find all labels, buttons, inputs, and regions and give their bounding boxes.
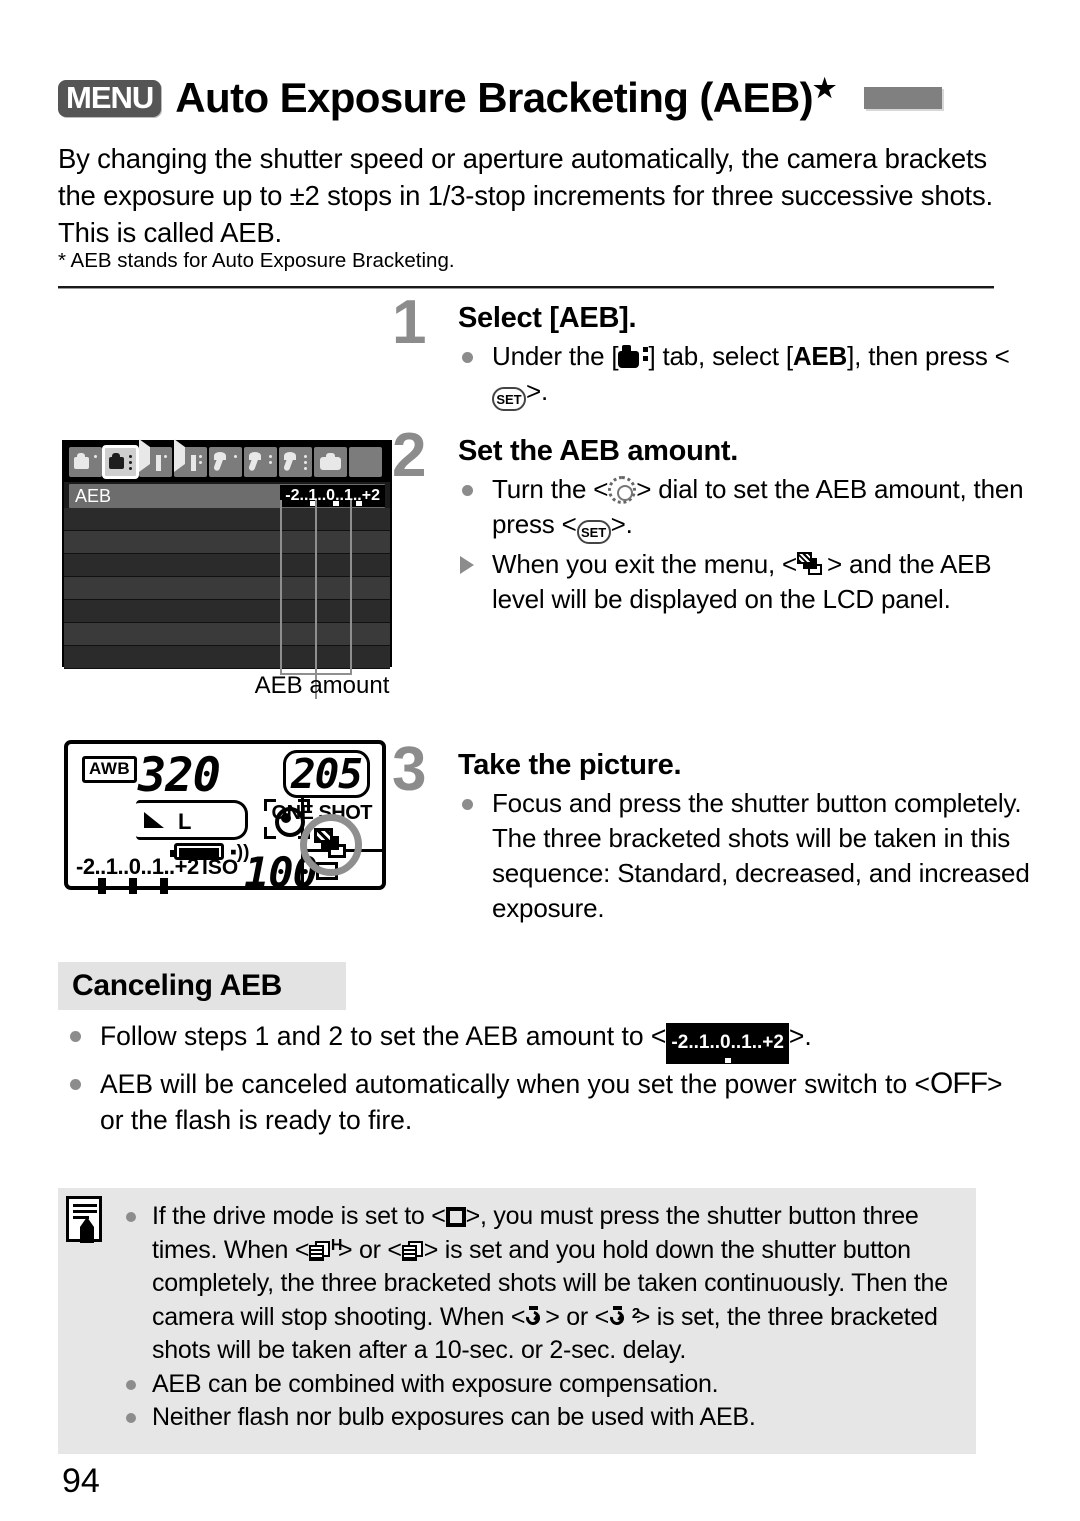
triangle-bullet-icon: [460, 556, 474, 574]
menu-row-empty: [64, 577, 390, 600]
exposure-level-markers: [76, 878, 206, 894]
steps-column: 1 Select [AEB]. Under the [] tab, select…: [392, 292, 1032, 932]
tab-setup-1[interactable]: [209, 447, 242, 477]
step-3-title: Take the picture.: [458, 749, 682, 781]
menu-row-empty: [64, 508, 390, 531]
step-1-title: Select [AEB].: [458, 302, 637, 334]
menu-row-empty: [64, 600, 390, 623]
tab-setup-2[interactable]: [244, 447, 277, 477]
step-2-number: 2: [392, 421, 427, 490]
intro-paragraph: By changing the shutter speed or apertur…: [58, 143, 993, 248]
self-timer-2sec-icon: 2: [607, 1305, 640, 1329]
aeb-amount-caption: AEB amount: [254, 672, 390, 699]
exposure-level-scale: -2..1..0..1..+2: [76, 854, 199, 879]
white-balance-indicator: AWB: [82, 756, 138, 783]
tab-playback-2[interactable]: [174, 439, 207, 477]
bullet-dot-icon: [126, 1212, 136, 1222]
shooting-tab-icon: [618, 345, 649, 368]
menu-row-empty: [64, 623, 390, 646]
high-speed-continuous-icon: H: [309, 1237, 342, 1261]
lcd-panel-illustration: AWB 320 205 L ONE SHOT ▪)) ISO 100 -2..1…: [64, 740, 386, 897]
quality-wedge-icon: [144, 812, 164, 828]
step-2-note: When you exit the menu, < > and the AEB l…: [458, 547, 1032, 617]
tab-shooting-2[interactable]: [102, 445, 139, 479]
step-2-title: Set the AEB amount.: [458, 435, 739, 467]
bullet-dot-icon: [126, 1413, 136, 1423]
bullet-dot-icon: [126, 1379, 136, 1390]
canceling-aeb-list: Follow steps 1 and 2 to set the AEB amou…: [60, 1018, 1030, 1140]
tab-my-menu[interactable]: [349, 447, 382, 477]
menu-row-aeb[interactable]: AEB -2..1..0..1..+2: [69, 484, 385, 508]
step-1-bullet: Under the [] tab, select [AEB], then pre…: [458, 339, 1032, 411]
step-2-bullet: Turn the < > dial to set the AEB amount, …: [458, 472, 1032, 544]
star-symbol: ★: [813, 73, 836, 103]
aeb-scale-widget[interactable]: -2..1..0..1..+2: [280, 485, 385, 507]
set-button-icon: SET: [576, 520, 611, 544]
section-heading-canceling-aeb: Canceling AEB: [58, 962, 346, 1010]
aeb-bracketing-icon: [797, 552, 827, 578]
intro-footnote: * AEB stands for Auto Exposure Bracketin…: [58, 249, 455, 272]
menu-row-empty: [64, 531, 390, 554]
page-number: 94: [62, 1462, 100, 1500]
camera-menu-screenshot: AEB -2..1..0..1..+2: [62, 439, 392, 669]
step-3-bullet: Focus and press the shutter button compl…: [458, 786, 1032, 926]
step-3: 3 Take the picture. Focus and press the …: [392, 739, 1032, 926]
step-3-number: 3: [392, 735, 427, 804]
menu-row-list: AEB -2..1..0..1..+2: [64, 482, 390, 669]
chapter-marker-tag: [863, 87, 942, 109]
image-size-label: L: [178, 809, 192, 834]
menu-row-empty: [64, 646, 390, 669]
iso-label: ISO: [202, 856, 239, 879]
page-header: MENU Auto Exposure Bracketing (AEB)★: [58, 68, 1028, 128]
main-dial-icon: [608, 476, 637, 504]
note-item-2: AEB can be combined with exposure compen…: [120, 1368, 966, 1402]
aeb-scale-inline-icon: -2..1..0..1..+2: [666, 1023, 789, 1064]
note-item-1: If the drive mode is set to < >, you must…: [120, 1200, 966, 1368]
menu-tab-bar: [64, 439, 390, 482]
step-2: 2 Set the AEB amount. Turn the < > dial t…: [392, 425, 1032, 617]
tab-custom-functions[interactable]: [314, 447, 347, 477]
aeb-scale-markers: [280, 501, 385, 506]
bullet-dot-icon: [462, 799, 473, 810]
tab-shooting-1[interactable]: [69, 447, 102, 477]
shutter-speed-value: 320: [138, 748, 221, 803]
self-timer-10sec-icon: [523, 1305, 545, 1329]
power-off-label-icon: OFF: [930, 1067, 988, 1100]
tab-setup-3[interactable]: [279, 447, 312, 477]
bullet-dot-icon: [462, 485, 473, 496]
menu-badge-icon: MENU: [58, 79, 162, 117]
canceling-item-2: AEB will be canceled automatically when …: [60, 1066, 1030, 1138]
set-button-icon: SET: [492, 387, 526, 411]
menu-row-empty: [64, 554, 390, 577]
menu-row-aeb-label: AEB: [75, 486, 112, 506]
bullet-dot-icon: [462, 352, 473, 363]
image-quality-indicator: L: [136, 800, 248, 840]
continuous-shooting-icon: [401, 1240, 424, 1261]
horizontal-divider: [58, 286, 994, 289]
step-1: 1 Select [AEB]. Under the [] tab, select…: [392, 292, 1032, 411]
note-pencil-icon: [66, 1196, 102, 1243]
frames-remaining-value: 205: [282, 750, 370, 798]
step-1-number: 1: [392, 288, 427, 357]
tab-playback-1[interactable]: [139, 439, 172, 477]
page-title: Auto Exposure Bracketing (AEB)★: [175, 73, 836, 121]
single-shooting-icon: [445, 1207, 466, 1227]
notes-body: If the drive mode is set to < >, you must…: [120, 1200, 966, 1435]
notes-box: If the drive mode is set to < >, you must…: [58, 1188, 976, 1454]
note-item-3: Neither flash nor bulb exposures can be …: [120, 1401, 966, 1435]
bullet-dot-icon: [70, 1079, 81, 1090]
canceling-item-1: Follow steps 1 and 2 to set the AEB amou…: [60, 1018, 1030, 1064]
bullet-dot-icon: [70, 1031, 81, 1042]
aeb-bracketing-icon: [314, 828, 350, 862]
